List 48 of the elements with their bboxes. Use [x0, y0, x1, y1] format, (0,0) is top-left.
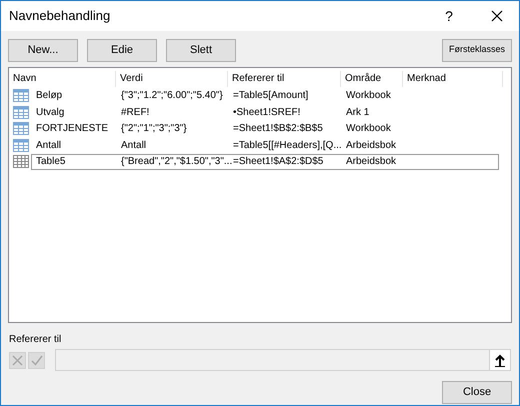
- collapse-button[interactable]: [489, 350, 510, 370]
- column-header[interactable]: Verdi: [116, 71, 228, 87]
- table-cell-text: •Sheet1!SREF!: [233, 106, 300, 120]
- help-button[interactable]: ?: [429, 6, 469, 26]
- table-cell-text: {"3";"1.2";"6.00";"5.40"}: [121, 89, 223, 103]
- table-cell-text: =Table5[Amount]: [233, 89, 308, 103]
- table-cell-text: FORTJENESTE: [36, 122, 108, 136]
- table-cell-text: #REF!: [121, 106, 150, 120]
- column-header[interactable]: Merknad: [403, 71, 503, 87]
- table-cell-text: Beløp: [36, 89, 62, 103]
- table-cell-text: {"Bread","2","$1.50","3"...: [121, 155, 232, 169]
- name-row[interactable]: Table5 {"Bread","2","$1.50","3"...=Sheet1!$A$2:$D$5 Arbeidsbok: [31, 154, 499, 170]
- up-arrow-icon: [495, 354, 505, 366]
- column-header[interactable]: Refererer til: [228, 71, 341, 87]
- table-cell-text: Antall: [36, 138, 62, 152]
- refers-to-label: Refererer til: [9, 333, 62, 347]
- column-header[interactable]: Navn: [9, 71, 116, 87]
- table-icon: [13, 122, 29, 135]
- name-row[interactable]: Beløp {"3";"1.2";"6.00";"5.40"} =Table5[Amount] Workbook: [31, 88, 499, 104]
- table-icon: [13, 89, 29, 102]
- name-row[interactable]: FORTJENESTE {"2";"1";"3";"3"} =Sheet1!$B$2:$B$5 Workbook: [31, 120, 499, 136]
- toolbar-button[interactable]: Slett: [166, 38, 236, 62]
- table-cell-text: Arbeidsbok: [346, 155, 396, 169]
- cancel-icon[interactable]: [9, 352, 26, 368]
- table-cell-text: {"2";"1";"3";"3"}: [121, 122, 187, 136]
- refers-to-field[interactable]: [55, 349, 511, 371]
- toolbar-button[interactable]: Edie: [87, 38, 157, 62]
- table-cell-text: =Sheet1!$B$2:$B$5: [233, 122, 323, 136]
- table-cell-text: Antall: [121, 138, 146, 152]
- table-cell-text: =Sheet1!$A$2:$D$5: [233, 155, 324, 169]
- name-row[interactable]: Antall Antall =Table5[[#Headers],[Q... Arbeidsbok: [31, 137, 499, 153]
- table-cell-text: Arbeidsbok: [346, 138, 396, 152]
- table-cell-text: Workbook: [346, 122, 391, 136]
- name-row[interactable]: Utvalg #REF! •Sheet1!SREF! Ark 1: [31, 104, 499, 120]
- table-cell-text: Table5: [36, 155, 66, 169]
- table-cell-text: =Table5[[#Headers],[Q...: [233, 138, 342, 152]
- table-cell-text: Ark 1: [346, 106, 370, 120]
- table-icon: [13, 106, 29, 118]
- grid-icon: [13, 155, 29, 168]
- table-icon: [13, 138, 29, 152]
- close-button[interactable]: Close: [442, 381, 512, 404]
- column-header[interactable]: Område: [341, 71, 403, 87]
- check-icon[interactable]: [28, 352, 45, 368]
- toolbar-button[interactable]: New...: [8, 38, 78, 62]
- filter-button[interactable]: Førsteklasses: [442, 38, 512, 62]
- window-title: Navnebehandling: [9, 7, 112, 26]
- table-cell-text: Workbook: [346, 89, 391, 103]
- table-cell-text: Utvalg: [36, 106, 64, 120]
